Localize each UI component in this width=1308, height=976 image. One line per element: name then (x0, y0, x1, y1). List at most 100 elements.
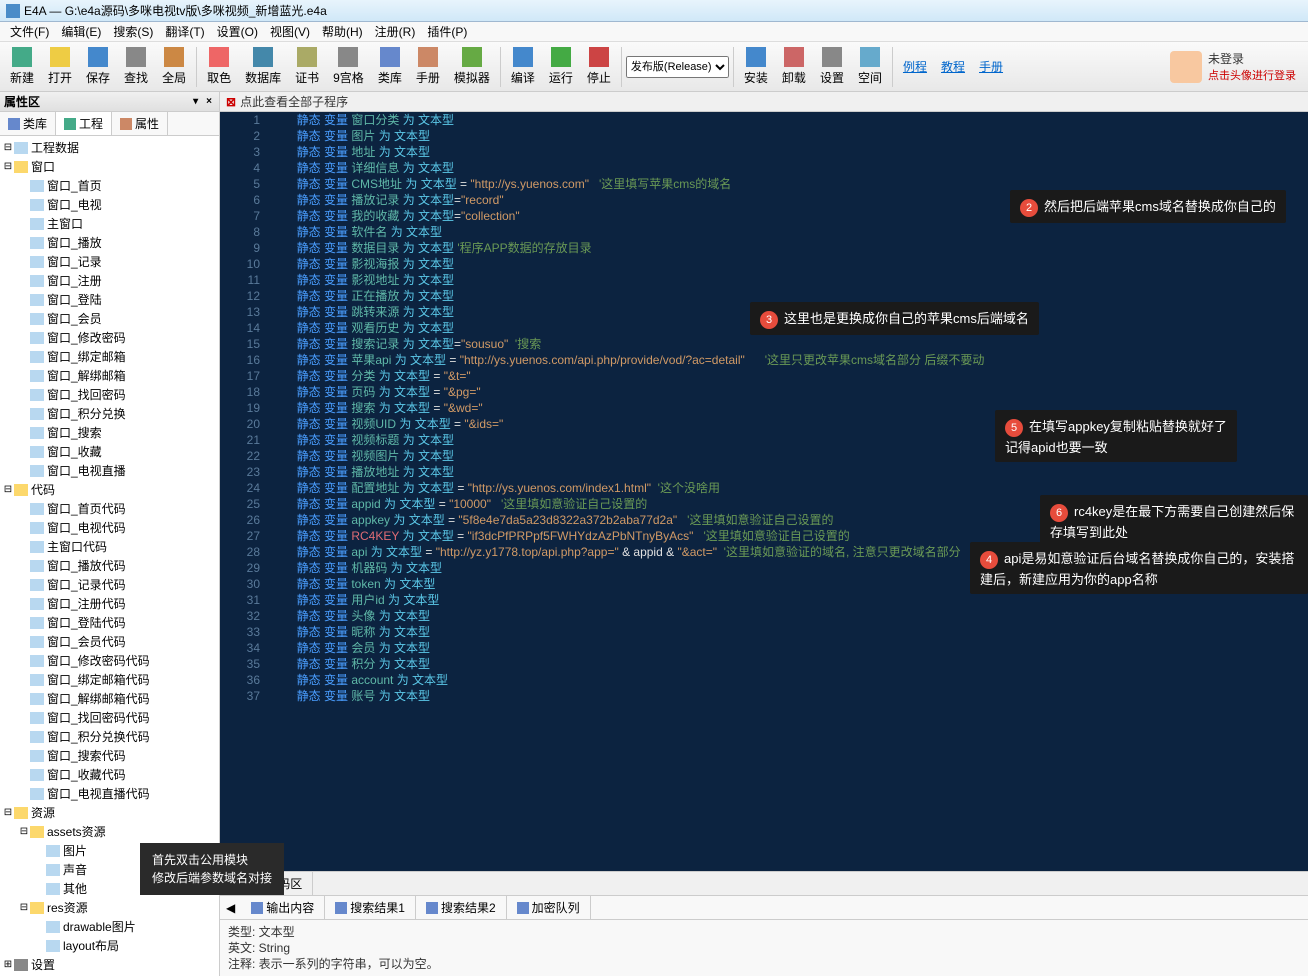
tree-node[interactable]: 窗口_修改密码代码 (2, 651, 217, 670)
tree-node[interactable]: 窗口_绑定邮箱 (2, 347, 217, 366)
menu-item[interactable]: 设置(O) (211, 23, 264, 40)
menu-item[interactable]: 翻译(T) (159, 23, 210, 40)
toolbar-模拟器[interactable]: 模拟器 (448, 45, 496, 88)
tree-node[interactable]: 窗口_绑定邮箱代码 (2, 670, 217, 689)
tree-node[interactable]: ⊟assets资源 (2, 822, 217, 841)
tree-node[interactable]: 主窗口 (2, 214, 217, 233)
toolbar-查找[interactable]: 查找 (118, 45, 154, 88)
toolbar-取色[interactable]: 取色 (201, 45, 237, 88)
tree-node[interactable]: 窗口_首页代码 (2, 499, 217, 518)
panel-close-icon[interactable]: × (203, 96, 215, 107)
close-icon[interactable]: ⊠ (226, 95, 236, 109)
tree-node[interactable]: 窗口_搜索 (2, 423, 217, 442)
tree-node[interactable]: drawable图片 (2, 917, 217, 936)
code-line[interactable]: 11 静态 变量 影视地址 为 文本型 (220, 272, 1308, 288)
menu-item[interactable]: 注册(R) (369, 23, 422, 40)
code-line[interactable]: 37 静态 变量 账号 为 文本型 (220, 688, 1308, 704)
code-line[interactable]: 8 静态 变量 软件名 为 文本型 (220, 224, 1308, 240)
tree-node[interactable]: layout布局 (2, 936, 217, 955)
tree-node[interactable]: ⊟窗口 (2, 157, 217, 176)
code-line[interactable]: 10 静态 变量 影视海报 为 文本型 (220, 256, 1308, 272)
tree-node[interactable]: ⊟res资源 (2, 898, 217, 917)
output-tab[interactable]: 搜索结果2 (416, 896, 507, 919)
toolbar-证书[interactable]: 证书 (289, 45, 325, 88)
toolbar-数据库[interactable]: 数据库 (239, 45, 287, 88)
tree-node[interactable]: 窗口_收藏代码 (2, 765, 217, 784)
tree-node[interactable]: 窗口_注册代码 (2, 594, 217, 613)
code-line[interactable]: 3 静态 变量 地址 为 文本型 (220, 144, 1308, 160)
toolbar-运行[interactable]: 运行 (543, 45, 579, 88)
code-line[interactable]: 23 静态 变量 播放地址 为 文本型 (220, 464, 1308, 480)
code-editor[interactable]: 1 静态 变量 窗口分类 为 文本型2 静态 变量 图片 为 文本型3 静态 变… (220, 112, 1308, 871)
tree-node[interactable]: 主窗口代码 (2, 537, 217, 556)
sidebar-tab-类库[interactable]: 类库 (0, 112, 56, 135)
menu-item[interactable]: 文件(F) (4, 23, 55, 40)
avatar[interactable] (1170, 51, 1202, 83)
toolbar-9宫格[interactable]: 9宫格 (327, 45, 370, 88)
tree-node[interactable]: 窗口_记录代码 (2, 575, 217, 594)
tree-node[interactable]: ⊟工程数据 (2, 138, 217, 157)
code-line[interactable]: 18 静态 变量 页码 为 文本型 = "&pg=" (220, 384, 1308, 400)
code-line[interactable]: 4 静态 变量 详细信息 为 文本型 (220, 160, 1308, 176)
menu-item[interactable]: 搜索(S) (107, 23, 159, 40)
tree-node[interactable]: 窗口_找回密码代码 (2, 708, 217, 727)
tree-node[interactable]: ⊟资源 (2, 803, 217, 822)
tree-node[interactable]: 窗口_播放 (2, 233, 217, 252)
menu-item[interactable]: 帮助(H) (316, 23, 369, 40)
toolbar-打开[interactable]: 打开 (42, 45, 78, 88)
code-line[interactable]: 33 静态 变量 昵称 为 文本型 (220, 624, 1308, 640)
tree-node[interactable]: 窗口_修改密码 (2, 328, 217, 347)
tree-node[interactable]: 窗口_登陆 (2, 290, 217, 309)
menu-item[interactable]: 插件(P) (421, 23, 473, 40)
toolbar-空间[interactable]: 空间 (852, 45, 888, 88)
user-area[interactable]: 未登录点击头像进行登录 (1170, 50, 1304, 83)
toolbar-保存[interactable]: 保存 (80, 45, 116, 88)
toolbar-安装[interactable]: 安装 (738, 45, 774, 88)
tree-node[interactable]: 窗口_会员 (2, 309, 217, 328)
tree-node[interactable]: 窗口_记录 (2, 252, 217, 271)
toolbar-新建[interactable]: 新建 (4, 45, 40, 88)
toolbar-类库[interactable]: 类库 (372, 45, 408, 88)
toolbar-卸载[interactable]: 卸载 (776, 45, 812, 88)
sidebar-tab-属性[interactable]: 属性 (112, 112, 168, 135)
editor-header[interactable]: ⊠ 点此查看全部子程序 (220, 92, 1308, 112)
code-line[interactable]: 24 静态 变量 配置地址 为 文本型 = "http://ys.yuenos.… (220, 480, 1308, 496)
output-tab[interactable]: 加密队列 (507, 896, 591, 919)
toolbar-停止[interactable]: 停止 (581, 45, 617, 88)
toolbar-全局[interactable]: 全局 (156, 45, 192, 88)
panel-dropdown-icon[interactable]: ▾ (190, 96, 201, 107)
tree-node[interactable]: 窗口_解绑邮箱代码 (2, 689, 217, 708)
tree-node[interactable]: 窗口_找回密码 (2, 385, 217, 404)
code-line[interactable]: 36 静态 变量 account 为 文本型 (220, 672, 1308, 688)
tree-node[interactable]: 窗口_收藏 (2, 442, 217, 461)
toolbar-设置[interactable]: 设置 (814, 45, 850, 88)
tree-node[interactable]: 窗口_积分兑换代码 (2, 727, 217, 746)
tree-node[interactable]: 窗口_搜索代码 (2, 746, 217, 765)
build-type-select[interactable]: 发布版(Release) (626, 56, 729, 78)
output-tab[interactable]: 输出内容 (241, 896, 325, 919)
tree-node[interactable]: 窗口_电视 (2, 195, 217, 214)
toolbar-编译[interactable]: 编译 (505, 45, 541, 88)
tree-node[interactable]: 窗口_积分兑换 (2, 404, 217, 423)
tree-node[interactable]: 窗口_注册 (2, 271, 217, 290)
tree-node[interactable]: ⊞设置 (2, 955, 217, 974)
code-line[interactable]: 15 静态 变量 搜索记录 为 文本型="sousuo" '搜索 (220, 336, 1308, 352)
code-line[interactable]: 17 静态 变量 分类 为 文本型 = "&t=" (220, 368, 1308, 384)
code-line[interactable]: 34 静态 变量 会员 为 文本型 (220, 640, 1308, 656)
sidebar-tab-工程[interactable]: 工程 (56, 112, 112, 135)
tree-node[interactable]: 窗口_首页 (2, 176, 217, 195)
code-line[interactable]: 35 静态 变量 积分 为 文本型 (220, 656, 1308, 672)
output-tab[interactable]: 搜索结果1 (325, 896, 416, 919)
tree-node[interactable]: 窗口_解绑邮箱 (2, 366, 217, 385)
toolbar-手册[interactable]: 手册 (973, 56, 1009, 77)
toolbar-例程[interactable]: 例程 (897, 56, 933, 77)
tree-node[interactable]: 窗口_电视代码 (2, 518, 217, 537)
tree-node[interactable]: 窗口_播放代码 (2, 556, 217, 575)
toolbar-手册[interactable]: 手册 (410, 45, 446, 88)
code-line[interactable]: 32 静态 变量 头像 为 文本型 (220, 608, 1308, 624)
code-line[interactable]: 16 静态 变量 苹果api 为 文本型 = "http://ys.yuenos… (220, 352, 1308, 368)
tree-node[interactable]: 窗口_登陆代码 (2, 613, 217, 632)
tree-node[interactable]: 窗口_电视直播代码 (2, 784, 217, 803)
code-line[interactable]: 2 静态 变量 图片 为 文本型 (220, 128, 1308, 144)
tree-node[interactable]: ⊟代码 (2, 480, 217, 499)
